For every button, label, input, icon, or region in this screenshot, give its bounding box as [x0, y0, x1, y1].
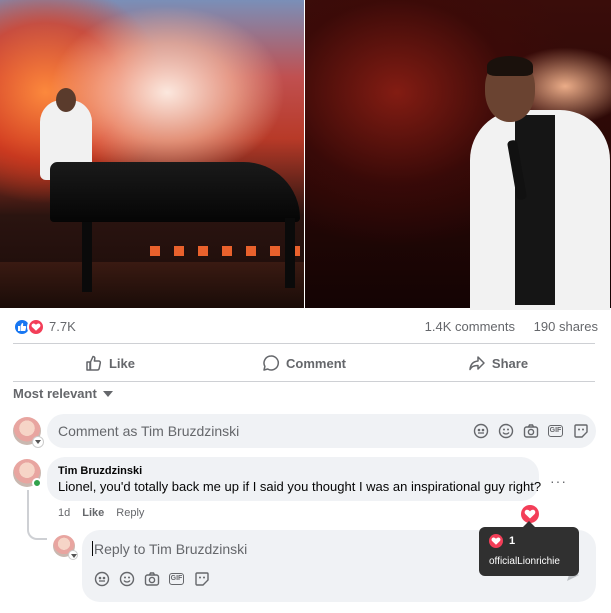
comment-input-placeholder: Comment as Tim Bruzdzinski — [58, 423, 240, 439]
singer-shirt — [515, 115, 555, 305]
share-button-label: Share — [491, 355, 529, 371]
stage-floor — [0, 262, 304, 308]
share-arrow-icon — [469, 356, 485, 371]
share-button[interactable]: Share — [401, 346, 595, 380]
post-actions: Like Comment Share — [13, 346, 595, 380]
comments-count[interactable]: 1.4K comments — [425, 319, 515, 334]
comment-sort-dropdown[interactable]: Most relevant — [13, 386, 113, 401]
caret-down-icon — [102, 390, 113, 397]
shares-count[interactable]: 190 shares — [534, 319, 598, 334]
camera-icon[interactable] — [521, 421, 540, 440]
current-user-avatar[interactable] — [13, 417, 44, 448]
singer-hair — [487, 56, 533, 76]
reply-user-avatar[interactable] — [53, 535, 78, 560]
comment-input[interactable]: Comment as Tim Bruzdzinski GIF — [47, 414, 596, 448]
more-options-icon[interactable]: ··· — [550, 473, 567, 489]
comment-author[interactable]: Tim Bruzdzinski — [58, 465, 528, 477]
tooltip-count-row: 1 — [489, 534, 569, 548]
comment-reply-button[interactable]: Reply — [116, 507, 144, 519]
post-photo-piano[interactable] — [0, 0, 304, 308]
divider — [13, 343, 595, 344]
comment-button-label: Comment — [286, 355, 346, 371]
text-cursor — [92, 541, 93, 556]
post-stats: 7.7K 1.4K comments 190 shares — [13, 316, 598, 338]
chevron-down-icon[interactable] — [32, 436, 44, 448]
love-reaction-icon — [27, 318, 45, 336]
emoji-icon[interactable] — [117, 569, 136, 588]
emoji-icon[interactable] — [496, 421, 515, 440]
pianist-head — [56, 88, 76, 112]
avatar-sticker-icon[interactable] — [471, 421, 490, 440]
sticker-icon[interactable] — [571, 421, 590, 440]
like-button-label: Like — [108, 355, 135, 371]
comment-text: Lionel, you'd totally back me up if I sa… — [58, 479, 542, 494]
post-photos — [0, 0, 611, 310]
comment-timestamp[interactable]: 1d — [58, 507, 70, 519]
sticker-icon[interactable] — [192, 569, 211, 588]
comment-tools: GIF — [471, 421, 590, 440]
gif-icon[interactable]: GIF — [546, 421, 565, 440]
commenter-avatar[interactable] — [13, 459, 42, 488]
grand-piano — [50, 162, 300, 222]
sort-label: Most relevant — [13, 386, 97, 401]
heart-icon — [489, 534, 503, 548]
heart-icon — [524, 509, 536, 519]
comment-meta: 1d Like Reply — [58, 507, 144, 519]
online-status-dot — [32, 478, 42, 488]
comment-bubble-icon — [263, 355, 280, 371]
tooltip-reactor-name: officialLionrichie — [489, 556, 560, 567]
divider — [13, 381, 595, 382]
comment-bubble: Tim Bruzdzinski Lionel, you'd totally ba… — [47, 457, 542, 501]
gif-icon-label: GIF — [547, 424, 564, 437]
camera-icon[interactable] — [142, 569, 161, 588]
gif-icon-label: GIF — [168, 572, 185, 585]
chevron-down-icon[interactable] — [68, 550, 78, 560]
gif-icon[interactable]: GIF — [167, 569, 186, 588]
like-button[interactable]: Like — [13, 346, 207, 380]
reaction-icons[interactable] — [13, 318, 47, 336]
reaction-tooltip: 1 officialLionrichie — [479, 521, 579, 576]
reply-thread-line — [27, 490, 47, 540]
reply-input-field[interactable]: Reply to Tim Bruzdzinski — [92, 541, 247, 557]
piano-leg — [82, 222, 92, 292]
reaction-count[interactable]: 7.7K — [49, 319, 76, 334]
avatar-sticker-icon[interactable] — [92, 569, 111, 588]
reply-input-placeholder: Reply to Tim Bruzdzinski — [94, 541, 248, 557]
comment-button[interactable]: Comment — [207, 346, 401, 380]
piano-leg — [285, 218, 295, 288]
thumbs-up-icon — [86, 355, 102, 371]
reply-tools: GIF — [92, 569, 211, 588]
tooltip-reaction-count: 1 — [509, 535, 516, 547]
stage-lights — [150, 246, 300, 256]
comment-like-button[interactable]: Like — [82, 507, 104, 519]
